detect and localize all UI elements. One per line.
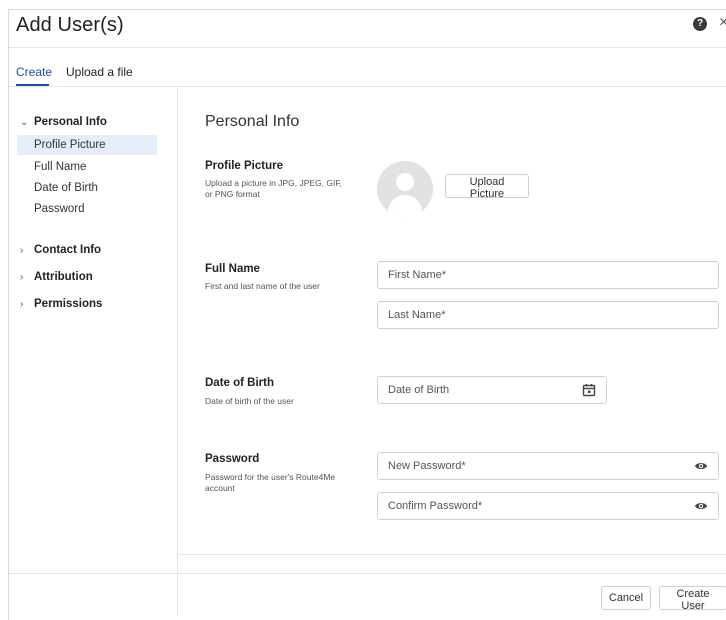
new-password-input[interactable]: New Password* xyxy=(377,452,719,480)
title-divider xyxy=(9,47,726,48)
help-icon[interactable]: ? xyxy=(693,17,707,31)
tab-bar: Create Upload a file xyxy=(9,56,726,86)
chevron-down-icon: ⌄ xyxy=(20,117,29,128)
profile-picture-desc: Upload a picture in JPG, JPEG, GIF, or P… xyxy=(205,178,343,199)
eye-icon[interactable] xyxy=(694,499,708,513)
date-of-birth-label: Date of Birth xyxy=(205,377,274,389)
chevron-right-icon: › xyxy=(20,299,24,310)
sidebar-group-label: Permissions xyxy=(34,298,103,310)
new-password-placeholder: New Password* xyxy=(388,460,466,472)
avatar-head xyxy=(396,173,414,191)
tab-upload-file[interactable]: Upload a file xyxy=(66,65,133,79)
create-user-button[interactable]: Create User xyxy=(659,586,726,612)
full-name-desc: First and last name of the user xyxy=(205,281,320,291)
first-name-input[interactable]: First Name* xyxy=(377,261,719,289)
sidebar-group-attribution[interactable]: › Attribution xyxy=(20,271,93,283)
sidebar-item-date-of-birth[interactable]: Date of Birth xyxy=(17,178,157,198)
section-title: Personal Info xyxy=(205,113,300,130)
last-name-input[interactable]: Last Name* xyxy=(377,301,719,329)
avatar-body xyxy=(388,195,422,217)
sidebar-group-personal-info[interactable]: ⌄ Personal Info xyxy=(20,116,107,128)
upload-picture-button[interactable]: Upload Picture xyxy=(445,174,529,200)
confirm-password-input[interactable]: Confirm Password* xyxy=(377,492,719,520)
sidebar-group-contact-info[interactable]: › Contact Info xyxy=(20,244,101,256)
content-footer-divider xyxy=(178,554,726,555)
full-name-label: Full Name xyxy=(205,263,260,275)
close-icon[interactable]: × xyxy=(719,14,726,32)
date-of-birth-desc: Date of birth of the user xyxy=(205,396,294,406)
sidebar: ⌄ Personal Info Profile Picture Full Name… xyxy=(9,86,178,616)
tab-create[interactable]: Create xyxy=(16,65,52,79)
main-content: Personal Info Profile Picture Upload a p… xyxy=(178,86,726,556)
profile-picture-label: Profile Picture xyxy=(205,160,283,172)
password-desc: Password for the user's Route4Me account xyxy=(205,472,336,493)
footer-divider xyxy=(9,573,726,574)
cancel-button[interactable]: Cancel xyxy=(601,586,651,610)
sidebar-item-profile-picture[interactable]: Profile Picture xyxy=(17,135,157,155)
first-name-placeholder: First Name* xyxy=(388,269,447,281)
chevron-right-icon: › xyxy=(20,245,24,256)
confirm-password-placeholder: Confirm Password* xyxy=(388,500,483,512)
add-user-dialog: Add User(s) ? × Create Upload a file ⌄ Pe… xyxy=(8,9,726,620)
password-label: Password xyxy=(205,453,260,465)
calendar-icon[interactable] xyxy=(582,383,596,397)
last-name-placeholder: Last Name* xyxy=(388,309,446,321)
sidebar-group-label: Attribution xyxy=(34,271,93,283)
avatar xyxy=(377,161,433,217)
date-of-birth-placeholder: Date of Birth xyxy=(388,384,450,396)
sidebar-group-label: Personal Info xyxy=(34,116,107,128)
eye-icon[interactable] xyxy=(694,459,708,473)
chevron-right-icon: › xyxy=(20,272,24,283)
sidebar-item-full-name[interactable]: Full Name xyxy=(17,157,157,177)
date-of-birth-input[interactable]: Date of Birth xyxy=(377,376,607,404)
sidebar-group-label: Contact Info xyxy=(34,244,102,256)
sidebar-group-permissions[interactable]: › Permissions xyxy=(20,298,102,310)
dialog-title: Add User(s) xyxy=(16,14,124,36)
dialog-title-bar: Add User(s) ? × xyxy=(9,10,726,46)
sidebar-item-password[interactable]: Password xyxy=(17,199,157,219)
